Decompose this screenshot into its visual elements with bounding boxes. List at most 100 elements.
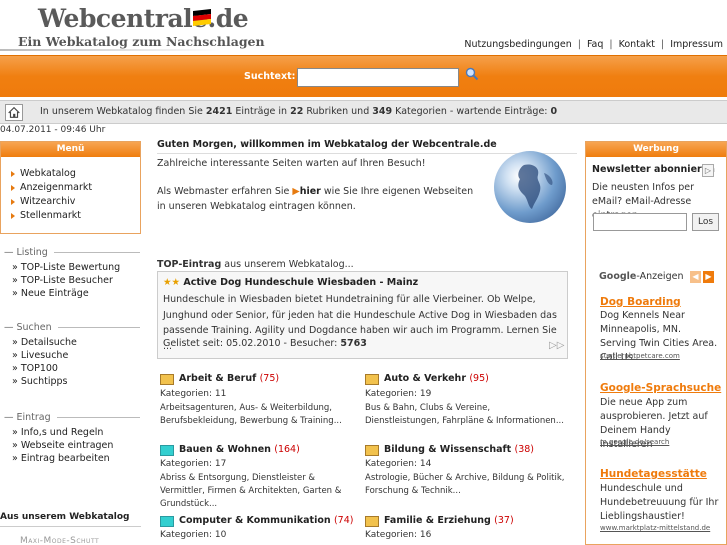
folder-icon <box>365 516 379 527</box>
category-links[interactable]: Astrologie, Bücher & Archive, Bildung & … <box>365 472 565 498</box>
arrow-icon <box>11 199 15 205</box>
search-input[interactable] <box>297 68 459 87</box>
folder-icon <box>160 516 174 527</box>
ad-title[interactable]: Google-Sprachsuche <box>600 382 721 394</box>
stats-waiting: 0 <box>550 106 558 117</box>
link-kontakt[interactable]: Kontakt <box>619 39 655 50</box>
suchen-section: — Suchen » Detailsuche » Livesuche » TOP1… <box>4 322 140 388</box>
category-title[interactable]: Familie & Erziehung (37) <box>384 515 514 526</box>
suchen-title: — Suchen <box>4 322 140 333</box>
ad-url[interactable]: suntieruhtpetcare.com <box>600 352 680 360</box>
link-nutzungsbedingungen[interactable]: Nutzungsbedingungen <box>464 39 571 50</box>
top-entry-label-rest: aus unserem Webkatalog... <box>224 259 354 270</box>
separator: | <box>609 39 613 50</box>
link-top-besucher[interactable]: » TOP-Liste Besucher <box>4 274 140 287</box>
category-title[interactable]: Bildung & Wissenschaft (38) <box>384 444 534 455</box>
link-hier[interactable]: hier <box>300 186 321 197</box>
ad-url[interactable]: www.marktplatz-mittelstand.de <box>600 524 710 532</box>
home-icon[interactable] <box>5 104 23 121</box>
aus-katalog-title: Aus unserem Webkatalog <box>0 512 130 522</box>
arrow-icon <box>11 185 15 191</box>
link-webseite-eintragen[interactable]: » Webseite eintragen <box>4 439 140 452</box>
ad-next-icon[interactable]: ▶ <box>703 271 714 283</box>
category-sub: Kategorien: 11 <box>160 389 227 399</box>
menu-item-anzeigenmarkt[interactable]: Anzeigenmarkt <box>11 181 140 195</box>
ad-prev-icon[interactable]: ◀ <box>690 271 701 283</box>
search-icon[interactable] <box>465 67 479 81</box>
listed-label: Gelistet seit: 05.02.2010 - Besucher: <box>163 338 338 349</box>
category-title[interactable]: Computer & Kommunikation (74) <box>179 515 353 526</box>
menu-title: Menü <box>1 142 140 157</box>
link-detailsuche[interactable]: » Detailsuche <box>4 336 140 349</box>
link-eintrag-bearbeiten[interactable]: » Eintrag bearbeiten <box>4 452 140 465</box>
ad-title[interactable]: Hundetagesstätte <box>600 468 707 480</box>
category-sub: Kategorien: 19 <box>365 389 432 399</box>
ad-text: Hundeschule und Hundebetreuuung für Ihr … <box>600 483 719 522</box>
menu-item-label: Witzearchiv <box>20 196 76 207</box>
menu-item-stellenmarkt[interactable]: Stellenmarkt <box>11 209 140 223</box>
arrow-icon: ▶ <box>292 186 300 197</box>
menu-box: Menü Webkatalog Anzeigenmarkt Witzearchi… <box>0 141 141 234</box>
werbung-title: Werbung <box>586 142 726 157</box>
link-neue-eintraege[interactable]: » Neue Einträge <box>4 287 140 300</box>
arrow-icon <box>11 213 15 219</box>
link-infos-regeln[interactable]: » Info,s und Regeln <box>4 426 140 439</box>
top-entry-heading: TOP-Eintrag aus unserem Webkatalog... <box>157 259 354 270</box>
logo-subtitle: Ein Webkatalog zum Nachschlagen <box>18 34 265 49</box>
ads-label: Google-Anzeigen <box>599 271 683 282</box>
top-entry-title[interactable]: ★★ Active Dog Hundeschule Wiesbaden - Ma… <box>163 277 418 288</box>
menu-item-webkatalog[interactable]: Webkatalog <box>11 167 140 181</box>
welcome-text: Zahlreiche interessante Seiten warten au… <box>157 158 426 169</box>
aus-katalog-item[interactable]: Maxi-Mode-Schutt <box>20 536 99 545</box>
listing-title: — Listing <box>4 247 140 258</box>
category-links[interactable]: Abriss & Entsorgung, Dienstleister & Ver… <box>160 472 360 511</box>
separator: | <box>660 39 665 50</box>
link-suchtipps[interactable]: » Suchtipps <box>4 375 140 388</box>
top-links: Nutzungsbedingungen | Faq | Kontakt | Impre… <box>464 39 723 50</box>
folder-icon <box>160 374 174 385</box>
newsletter-submit-button[interactable]: Los <box>692 213 719 231</box>
catalog-stats: In unserem Webkatalog finden Sie 2421 Ei… <box>40 106 557 117</box>
divider <box>0 526 141 527</box>
separator: | <box>577 39 581 50</box>
newsletter-arrow-icon[interactable]: ▷ <box>702 164 714 177</box>
category-sub: Kategorien: 14 <box>365 459 432 469</box>
link-faq[interactable]: Faq <box>587 39 603 50</box>
arrow-icon <box>11 171 15 177</box>
category-title[interactable]: Bauen & Wohnen (164) <box>179 444 300 455</box>
logo-title[interactable]: Webcentrale.de <box>38 4 249 33</box>
link-top-bewertung[interactable]: » TOP-Liste Bewertung <box>4 261 140 274</box>
visitor-count: 5763 <box>340 338 367 349</box>
ads-label-text: -Anzeigen <box>636 271 684 282</box>
stats-suffix: Kategorien - wartende Einträge: <box>395 106 548 117</box>
eintrag-section: — Eintrag » Info,s und Regeln » Webseite … <box>4 412 140 465</box>
link-impressum[interactable]: Impressum <box>670 39 723 50</box>
category-links[interactable]: Bus & Bahn, Clubs & Vereine, Dienstleist… <box>365 402 565 428</box>
category-title[interactable]: Auto & Verkehr (95) <box>384 373 489 384</box>
email-field[interactable] <box>593 213 687 231</box>
globe-image <box>494 151 566 223</box>
category-links[interactable]: Arbeitsagenturen, Aus- & Weiterbildung, … <box>160 402 360 428</box>
logo-divider <box>0 49 220 51</box>
category-sub: Kategorien: 10 <box>160 530 227 540</box>
webmaster-text: Als Webmaster erfahren Sie ▶hier wie Sie… <box>157 184 477 214</box>
menu-item-witzearchiv[interactable]: Witzearchiv <box>11 195 140 209</box>
listing-section: — Listing » TOP-Liste Bewertung » TOP-Lis… <box>4 247 140 300</box>
link-livesuche[interactable]: » Livesuche <box>4 349 140 362</box>
search-label: Suchtext: <box>244 71 296 82</box>
ad-title[interactable]: Dog Boarding <box>600 296 681 308</box>
next-icon[interactable]: ▷▷ <box>549 340 564 351</box>
stats-entries: 2421 <box>205 106 233 117</box>
folder-icon <box>365 445 379 456</box>
newsletter-title: Newsletter abonnieren <box>592 164 715 175</box>
link-top100[interactable]: » TOP100 <box>4 362 140 375</box>
ad-url[interactable]: m.google.de/search <box>600 438 669 446</box>
folder-icon <box>160 445 174 456</box>
stats-prefix: In unserem Webkatalog finden Sie <box>40 106 203 117</box>
top-entry-meta: Gelistet seit: 05.02.2010 - Besucher: 57… <box>163 338 367 349</box>
german-flag-icon <box>193 9 211 26</box>
greeting: Guten Morgen, willkommen im Webkatalog d… <box>157 139 497 150</box>
webmaster-text-a: Als Webmaster erfahren Sie <box>157 186 290 197</box>
category-sub: Kategorien: 17 <box>160 459 227 469</box>
category-title[interactable]: Arbeit & Beruf (75) <box>179 373 279 384</box>
